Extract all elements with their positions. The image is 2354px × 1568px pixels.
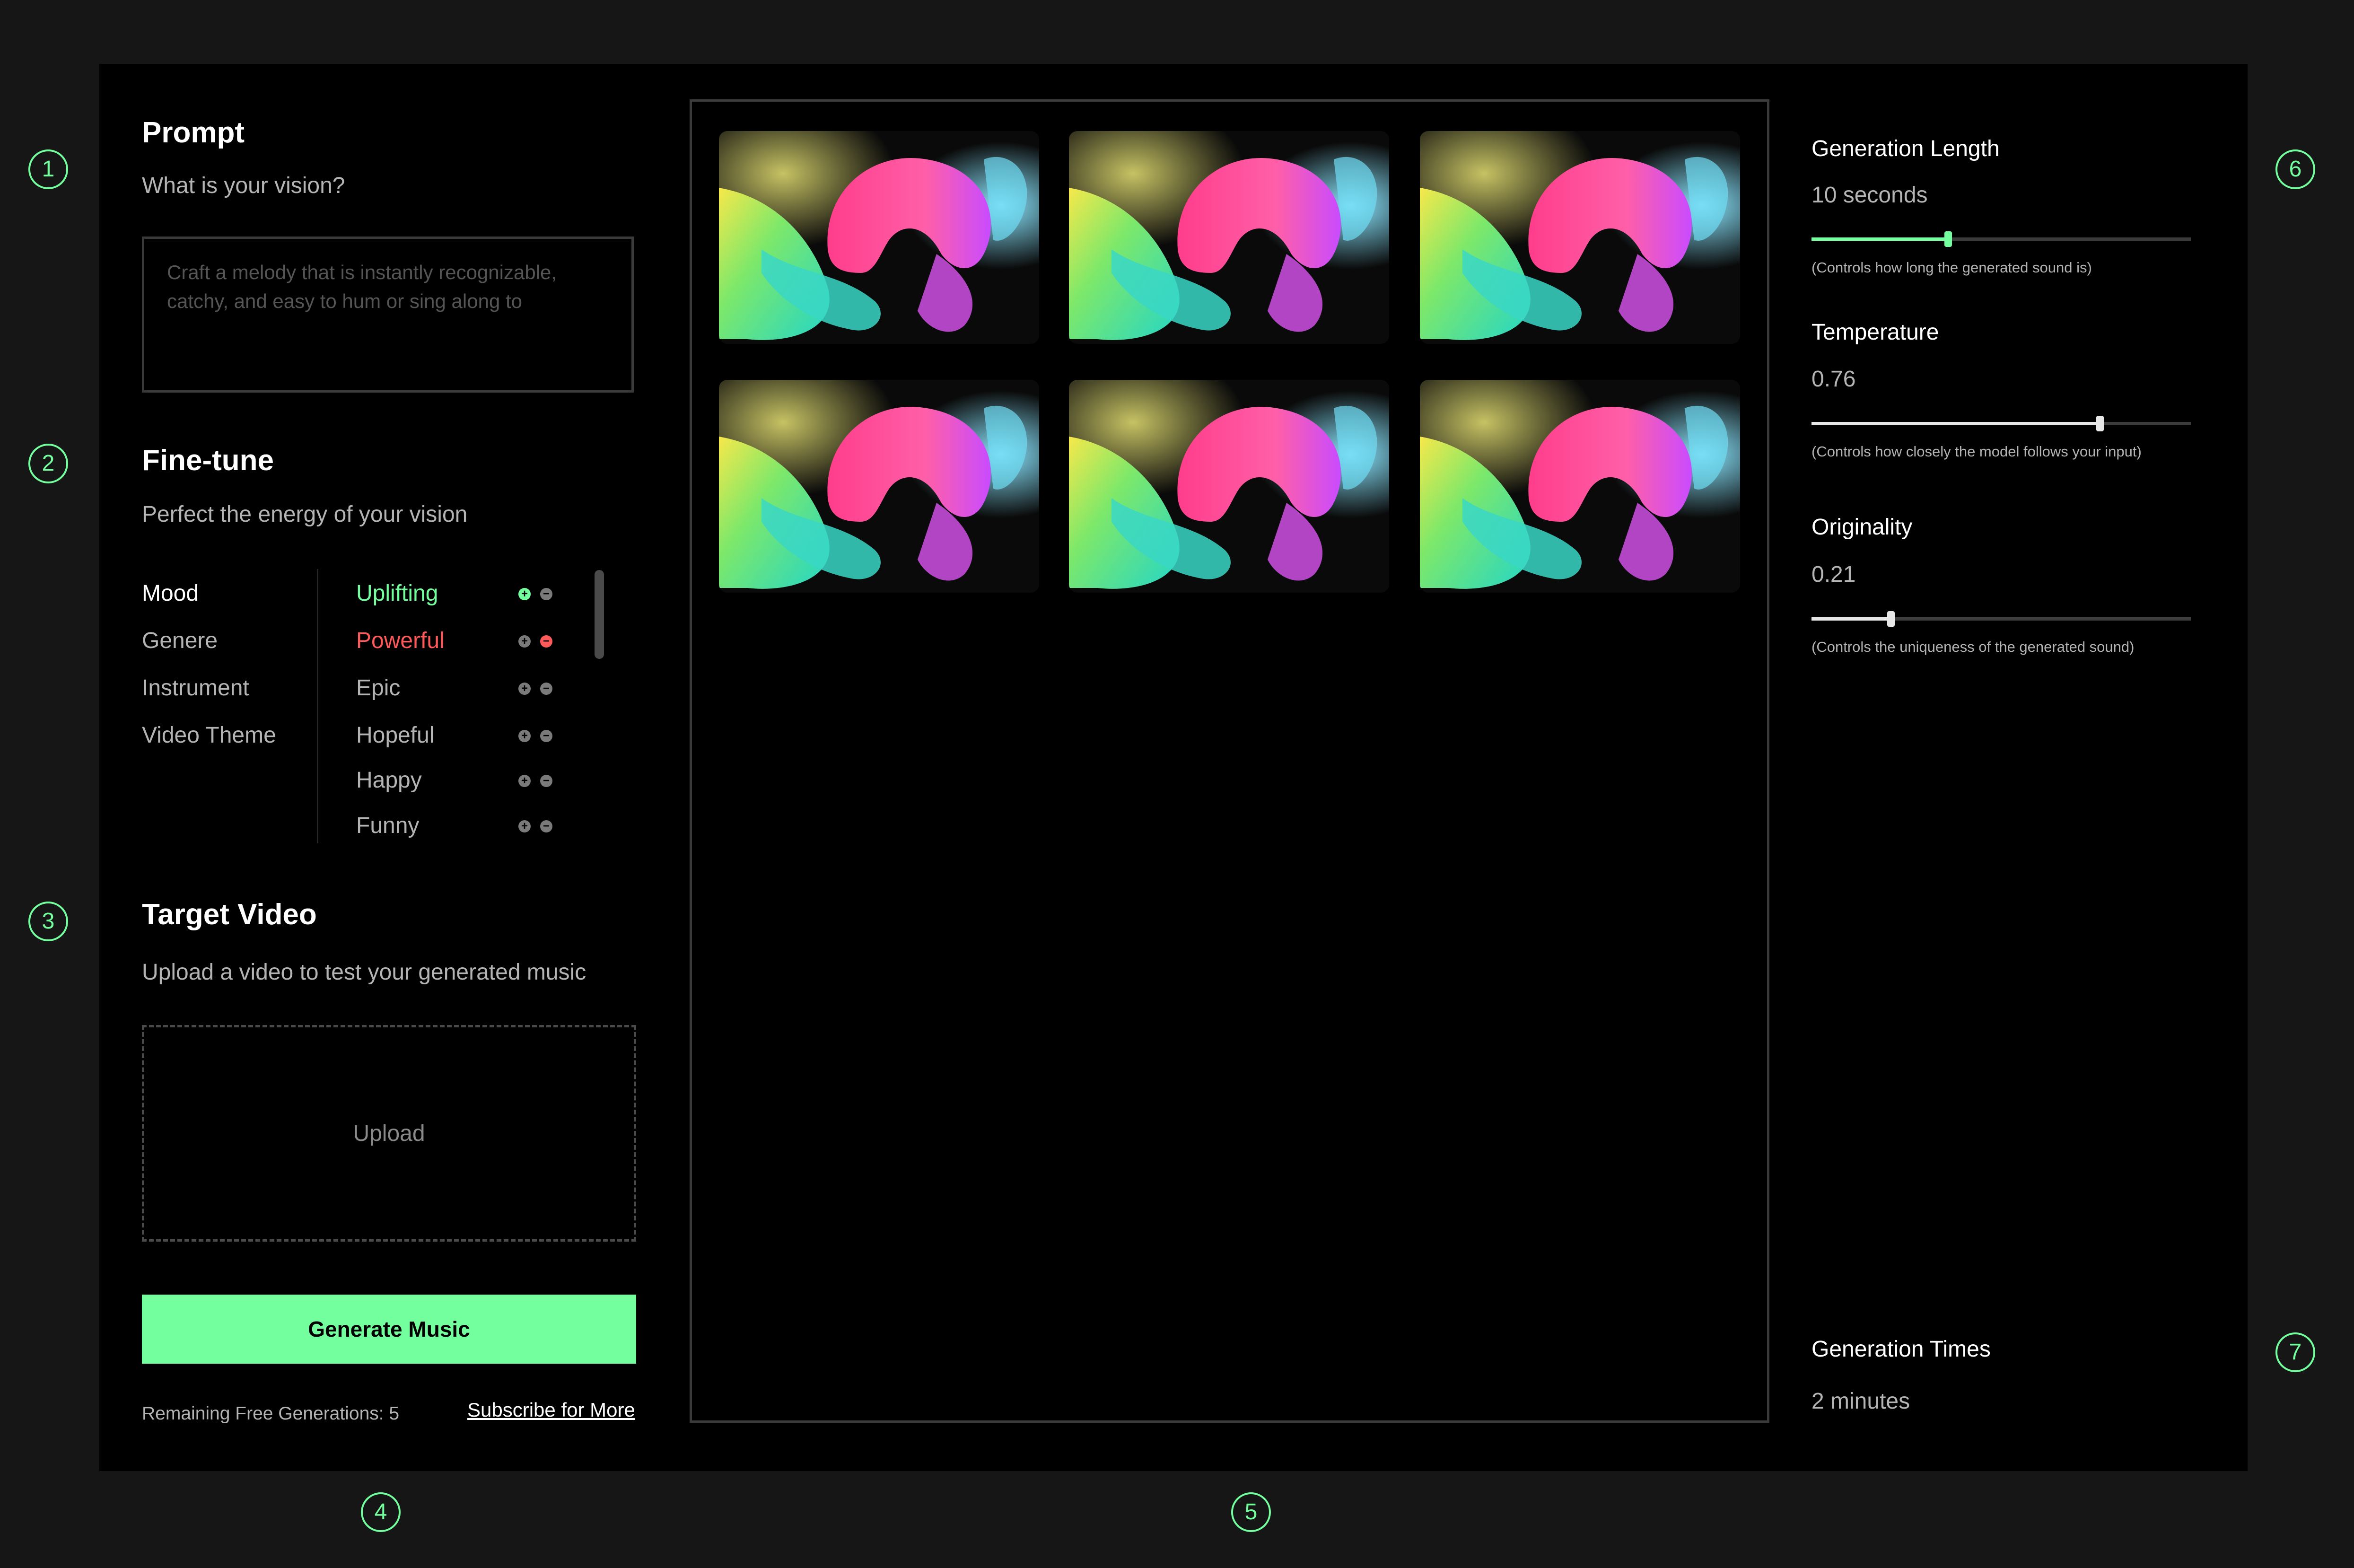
plus-icon[interactable]: + [518,820,531,832]
marker-2: 2 [28,444,68,483]
category-video-theme[interactable]: Video Theme [142,722,276,748]
result-thumbnail[interactable] [719,380,1039,593]
prompt-subtitle: What is your vision? [142,173,345,198]
minus-icon[interactable]: − [540,683,552,695]
temperature-value: 0.76 [1811,367,1856,392]
minus-icon[interactable]: − [540,730,552,742]
tag-happy[interactable]: Happy [356,767,422,793]
tag-epic[interactable]: Epic [356,675,400,701]
target-video-subtitle: Upload a video to test your generated mu… [142,960,586,985]
marker-4: 4 [361,1492,401,1532]
temperature-note: (Controls how closely the model follows … [1811,443,2142,460]
plus-icon[interactable]: + [518,683,531,695]
generation-length-fill [1811,237,1948,241]
marker-3: 3 [28,902,68,941]
originality-fill [1811,617,1891,621]
result-thumbnail[interactable] [1069,131,1389,344]
category-instrument[interactable]: Instrument [142,675,249,701]
originality-label: Originality [1811,515,1913,540]
prompt-box [142,237,634,393]
plus-icon[interactable]: + [518,588,531,600]
category-divider [317,569,318,843]
result-thumbnail[interactable] [719,131,1039,344]
originality-value: 0.21 [1811,562,1856,587]
generation-length-value: 10 seconds [1811,183,1928,208]
category-genre[interactable]: Genere [142,628,218,654]
temperature-slider[interactable] [1811,416,2191,431]
marker-1: 1 [28,149,68,189]
generation-length-handle[interactable] [1944,231,1952,247]
tag-list-scrollbar[interactable] [595,570,604,659]
tag-hopeful[interactable]: Hopeful [356,722,434,748]
plus-icon[interactable]: + [518,635,531,648]
tag-uplifting[interactable]: Uplifting [356,580,438,606]
result-thumbnail[interactable] [1420,380,1740,593]
temperature-label: Temperature [1811,320,1939,345]
marker-5: 5 [1231,1492,1271,1532]
upload-dropzone[interactable]: Upload [142,1025,636,1242]
minus-icon[interactable]: − [540,820,552,832]
remaining-generations: Remaining Free Generations: 5 [142,1403,400,1424]
tag-funny[interactable]: Funny [356,813,419,839]
generate-music-label: Generate Music [308,1317,470,1341]
generation-times-label: Generation Times [1811,1337,1991,1362]
generation-length-note: (Controls how long the generated sound i… [1811,259,2092,276]
originality-handle[interactable] [1887,611,1895,627]
plus-icon[interactable]: + [518,775,531,787]
generation-times-value: 2 minutes [1811,1389,1910,1414]
result-thumbnail[interactable] [1069,380,1389,593]
prompt-input[interactable] [144,239,631,390]
target-video-title: Target Video [142,898,317,931]
generate-music-button[interactable]: Generate Music [142,1295,636,1364]
minus-icon[interactable]: − [540,635,552,648]
minus-icon[interactable]: − [540,588,552,600]
upload-label: Upload [353,1121,425,1146]
category-mood[interactable]: Mood [142,580,199,606]
plus-icon[interactable]: + [518,730,531,742]
generation-length-label: Generation Length [1811,136,2000,161]
marker-6: 6 [2275,149,2315,189]
minus-icon[interactable]: − [540,775,552,787]
originality-slider[interactable] [1811,611,2191,627]
temperature-fill [1811,422,2100,425]
subscribe-link[interactable]: Subscribe for More [467,1399,635,1421]
temperature-handle[interactable] [2096,416,2104,431]
prompt-title: Prompt [142,116,245,149]
marker-7: 7 [2275,1332,2315,1372]
tag-powerful[interactable]: Powerful [356,628,445,654]
originality-note: (Controls the uniqueness of the generate… [1811,639,2135,655]
finetune-subtitle: Perfect the energy of your vision [142,502,468,527]
result-thumbnail[interactable] [1420,131,1740,344]
finetune-title: Fine-tune [142,444,274,477]
generation-length-slider[interactable] [1811,231,2191,247]
